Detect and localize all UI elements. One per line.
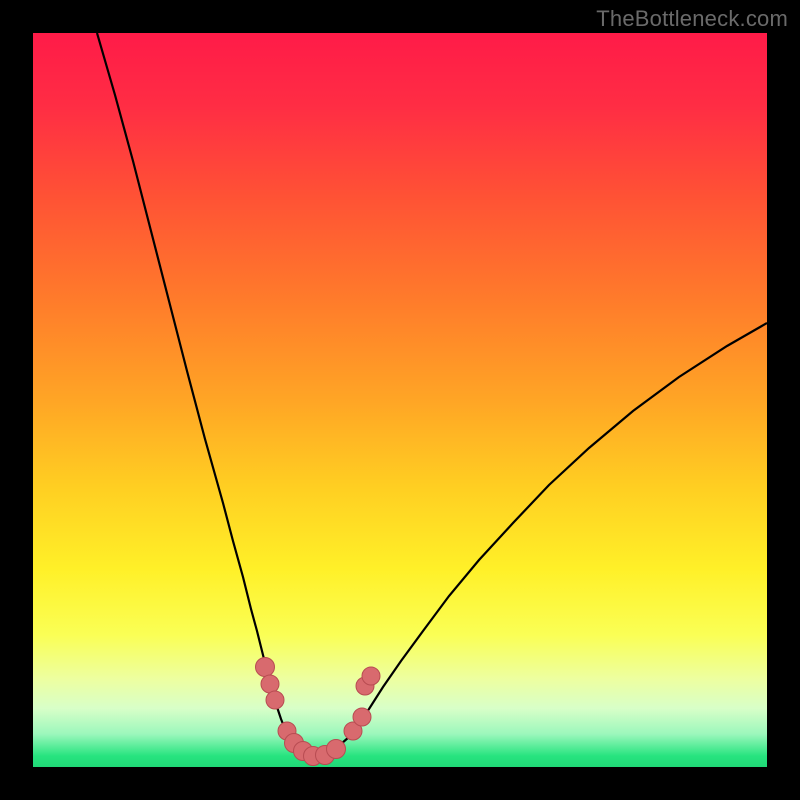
chart-frame: TheBottleneck.com bbox=[0, 0, 800, 800]
heat-gradient bbox=[33, 33, 767, 767]
watermark-text: TheBottleneck.com bbox=[596, 6, 788, 32]
plot-area bbox=[33, 33, 767, 767]
